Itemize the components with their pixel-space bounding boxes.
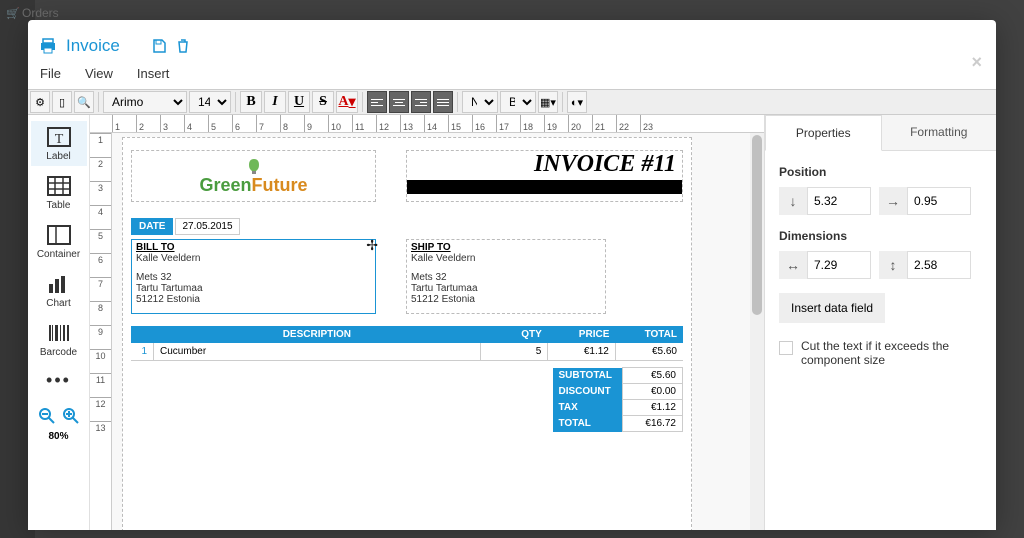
resize-handle-icon[interactable]: ✢: [366, 237, 378, 254]
insert-data-field-button[interactable]: Insert data field: [779, 293, 885, 323]
menu-view[interactable]: View: [85, 66, 113, 81]
tool-zoom-icon[interactable]: 🔍: [74, 91, 94, 113]
position-x-input[interactable]: [907, 187, 971, 215]
ship-to-box[interactable]: SHIP TO Kalle Veeldern Mets 32 Tartu Tar…: [406, 239, 606, 314]
tool-settings-icon[interactable]: ⚙: [30, 91, 50, 113]
toolbar: ⚙ ▯ 🔍 Arimo 14 B I U S A▾ None Bord ▦▾ ◐…: [28, 89, 996, 115]
tool-container[interactable]: Container: [31, 219, 87, 264]
underline-button[interactable]: U: [288, 91, 310, 113]
date-label: DATE: [131, 218, 173, 235]
menu-file[interactable]: File: [40, 66, 61, 81]
tool-chart[interactable]: Chart: [31, 268, 87, 313]
italic-button[interactable]: I: [264, 91, 286, 113]
zoom-percent: 80%: [48, 431, 68, 442]
menubar: File View Insert: [28, 66, 996, 89]
vertical-scrollbar[interactable]: [750, 133, 764, 530]
height-icon: ↕: [879, 251, 907, 279]
table-row[interactable]: 1 Cucumber 5 €1.12 €5.60: [131, 343, 683, 361]
bulb-icon: [243, 157, 265, 175]
dimensions-label: Dimensions: [779, 229, 982, 243]
bold-button[interactable]: B: [240, 91, 262, 113]
position-label: Position: [779, 165, 982, 179]
tab-formatting[interactable]: Formatting: [882, 115, 997, 150]
tool-more[interactable]: •••: [31, 366, 87, 395]
date-value[interactable]: 27.05.2015: [175, 218, 239, 235]
style-select-a[interactable]: None: [462, 91, 498, 113]
invoice-title-box[interactable]: INVOICE #11: [406, 150, 683, 202]
fontsize-select[interactable]: 14: [189, 91, 231, 113]
svg-text:T: T: [54, 132, 63, 147]
cut-text-checkbox[interactable]: [779, 341, 793, 355]
invoice-title: INVOICE #11: [407, 151, 682, 178]
zoom-out-icon[interactable]: [38, 407, 56, 425]
vertical-ruler: 12345678910111213: [90, 133, 112, 530]
horizontal-ruler: 1234567891011121314151617181920212223: [90, 115, 764, 133]
align-justify-button[interactable]: [433, 91, 453, 113]
line-items-table[interactable]: DESCRIPTION QTY PRICE TOTAL 1 Cucumber 5…: [131, 326, 683, 361]
dim-width-input[interactable]: [807, 251, 871, 279]
tool-palette: T Label Table Container Chart Barcode ••…: [28, 115, 90, 530]
trash-icon[interactable]: [176, 39, 190, 53]
width-icon: ↔: [779, 251, 807, 279]
totals-box[interactable]: SUBTOTAL€5.60 DISCOUNT€0.00 TAX€1.12 TOT…: [131, 367, 683, 432]
grid-button[interactable]: ▦▾: [538, 91, 558, 113]
tab-properties[interactable]: Properties: [765, 115, 882, 151]
cut-text-label: Cut the text if it exceeds the component…: [801, 339, 982, 367]
border-select[interactable]: Bord: [500, 91, 536, 113]
strike-button[interactable]: S: [312, 91, 334, 113]
properties-panel: Properties Formatting Position ↓ → Dimen…: [764, 115, 996, 530]
align-right-button[interactable]: [411, 91, 431, 113]
dim-height-input[interactable]: [907, 251, 971, 279]
close-icon[interactable]: ×: [971, 52, 982, 73]
align-left-button[interactable]: [367, 91, 387, 113]
fontcolor-button[interactable]: A▾: [336, 91, 358, 113]
tool-table[interactable]: Table: [31, 170, 87, 215]
save-icon[interactable]: [152, 39, 166, 53]
position-y-input[interactable]: [807, 187, 871, 215]
print-icon[interactable]: [40, 38, 56, 54]
tool-barcode[interactable]: Barcode: [31, 317, 87, 362]
menu-insert[interactable]: Insert: [137, 66, 170, 81]
tool-label[interactable]: T Label: [31, 121, 87, 166]
invoice-canvas[interactable]: GreenFuture INVOICE #11 DATE 27.05.2015: [122, 137, 692, 530]
tool-page-icon[interactable]: ▯: [52, 91, 72, 113]
zoom-in-icon[interactable]: [62, 407, 80, 425]
modal-title: Invoice: [66, 36, 120, 56]
arrow-right-icon: →: [879, 187, 907, 215]
arrow-down-icon: ↓: [779, 187, 807, 215]
font-select[interactable]: Arimo: [103, 91, 187, 113]
editor-modal: × Invoice File View Insert ⚙ ▯ 🔍 Arimo 1…: [28, 20, 996, 530]
align-center-button[interactable]: [389, 91, 409, 113]
bill-to-box[interactable]: ✢ BILL TO Kalle Veeldern Mets 32 Tartu T…: [131, 239, 376, 314]
contrast-button[interactable]: ◐▾: [567, 91, 587, 113]
logo-box[interactable]: GreenFuture: [131, 150, 376, 202]
modal-header: Invoice: [28, 20, 996, 66]
